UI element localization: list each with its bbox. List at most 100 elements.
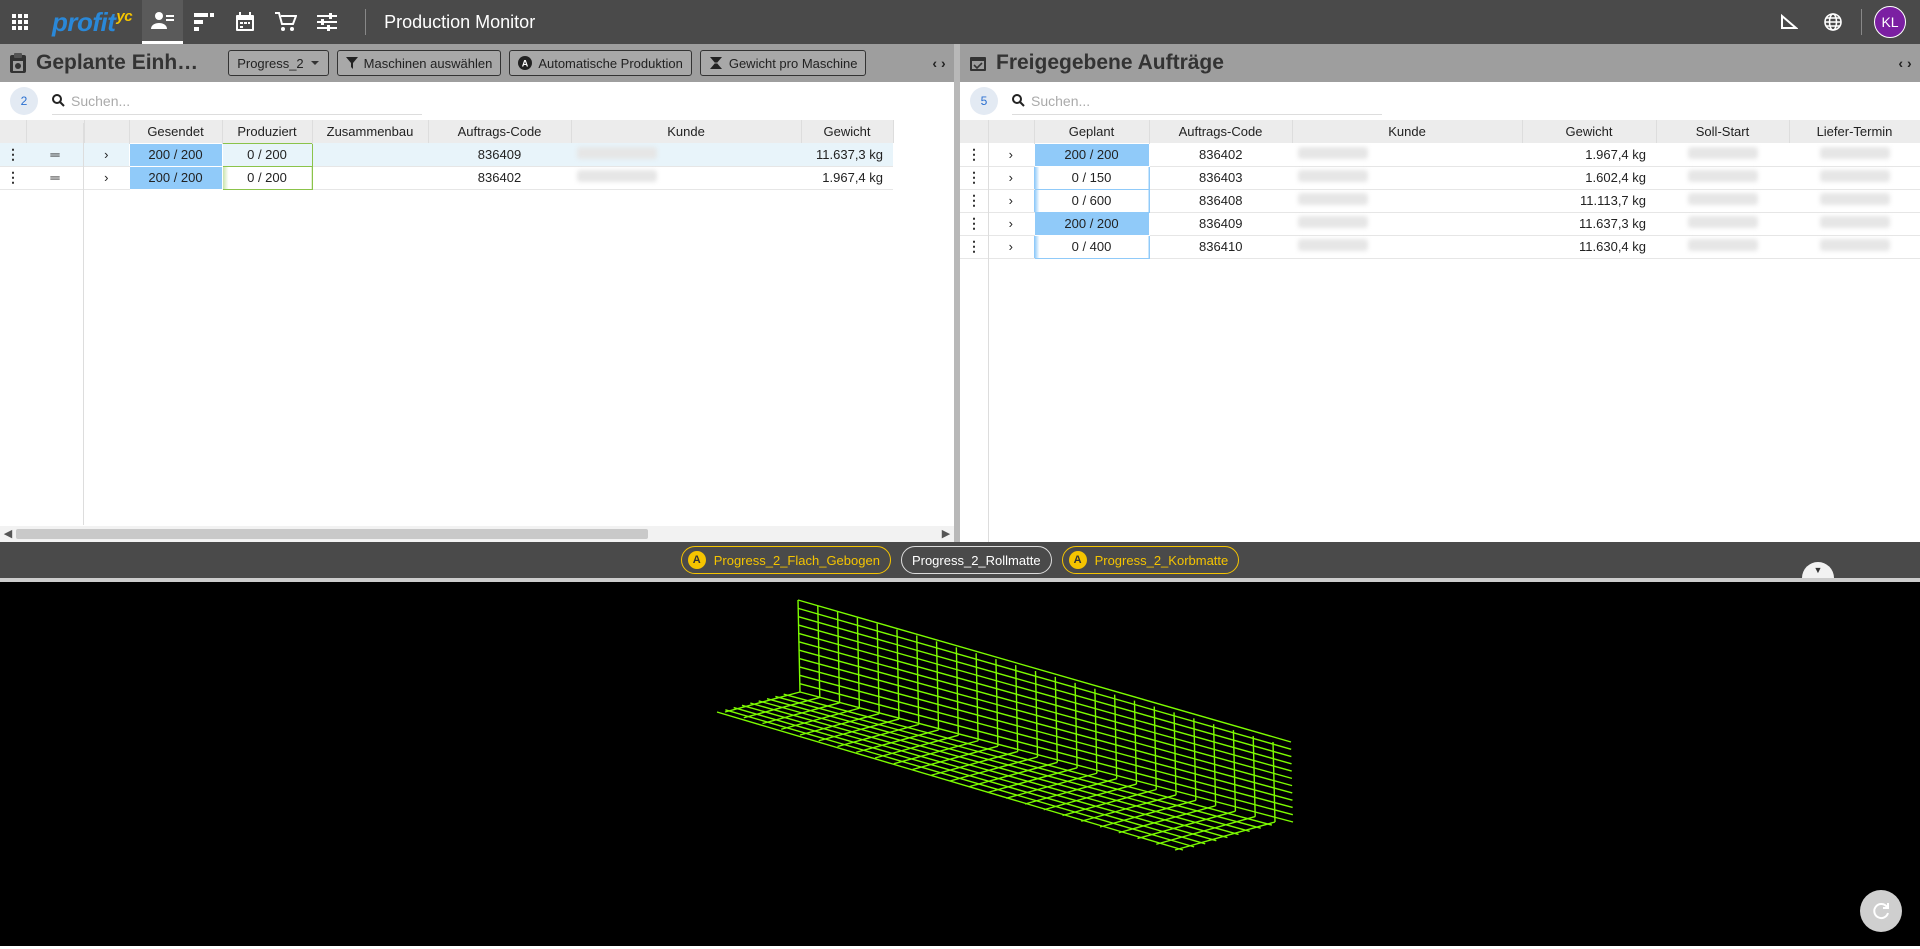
search-box [1012, 87, 1382, 115]
search-icon [1012, 94, 1025, 107]
table-row[interactable]: ⋮ › 200 / 200 836409 11.637,3 kg [960, 211, 1920, 236]
apps-grid-icon[interactable] [0, 0, 40, 44]
col-kunde[interactable]: Kunde [1292, 120, 1523, 143]
code-cell: 836409 [1149, 212, 1292, 236]
expand-row-icon[interactable]: › [988, 235, 1034, 259]
code-cell: 836403 [1149, 166, 1292, 190]
col-gewicht[interactable]: Gewicht [1522, 120, 1657, 143]
col-gewicht[interactable]: Gewicht [801, 120, 894, 143]
soll-start-cell [1656, 212, 1789, 236]
machine-tab-korbmatte[interactable]: A Progress_2_Korbmatte [1061, 546, 1240, 574]
row-menu-icon[interactable]: ⋮ [0, 143, 26, 167]
gewicht-cell: 1.602,4 kg [1522, 166, 1656, 190]
table-row[interactable]: ⋮ ═ › 200 / 200 0 / 200 836409 11.637,3 … [0, 142, 893, 167]
zusammenbau-cell [312, 143, 428, 167]
col-produziert[interactable]: Produziert [222, 120, 313, 143]
liefer-termin-cell [1789, 235, 1920, 259]
table-row[interactable]: ⋮ ═ › 200 / 200 0 / 200 836402 1.967,4 k… [0, 165, 893, 190]
expand-row-icon[interactable]: › [84, 143, 129, 167]
soll-start-cell [1656, 235, 1789, 259]
machine-select-dropdown[interactable]: Progress_2 [228, 50, 329, 76]
produziert-cell: 0 / 200 [221, 142, 313, 167]
expand-row-icon[interactable]: › [988, 212, 1034, 236]
expand-row-icon[interactable]: › [988, 143, 1034, 167]
expand-row-icon[interactable]: › [84, 166, 129, 190]
expand-row-icon[interactable]: › [988, 189, 1034, 213]
machine-tab-flach-gebogen[interactable]: A Progress_2_Flach_Gebogen [680, 546, 891, 574]
code-cell: 836409 [428, 143, 571, 167]
language-globe-icon[interactable] [1811, 0, 1855, 44]
reset-view-button[interactable] [1860, 890, 1902, 932]
gewicht-cell: 1.967,4 kg [801, 166, 893, 190]
row-menu-icon[interactable]: ⋮ [960, 235, 988, 259]
kunde-cell [1292, 166, 1522, 190]
kunde-cell [1292, 189, 1522, 213]
code-cell: 836408 [1149, 189, 1292, 213]
gesendet-cell: 200 / 200 [128, 142, 223, 167]
table-row[interactable]: ⋮ › 200 / 200 836402 1.967,4 kg [960, 142, 1920, 167]
gewicht-cell: 11.637,3 kg [1522, 212, 1656, 236]
col-soll-start[interactable]: Soll-Start [1656, 120, 1790, 143]
table-row[interactable]: ⋮ › 0 / 600 836408 11.113,7 kg [960, 188, 1920, 213]
nav-planning-icon[interactable] [183, 0, 224, 44]
col-gesendet[interactable]: Gesendet [129, 120, 223, 143]
col-zusammenbau[interactable]: Zusammenbau [312, 120, 429, 143]
row-menu-icon[interactable]: ⋮ [0, 166, 26, 190]
zusammenbau-cell [312, 166, 428, 190]
col-auftrags-code[interactable]: Auftrags-Code [1149, 120, 1293, 143]
kunde-cell [571, 143, 801, 167]
expand-row-icon[interactable]: › [988, 166, 1034, 190]
filter-icon [345, 57, 358, 69]
nav-calendar-icon[interactable] [224, 0, 265, 44]
col-kunde[interactable]: Kunde [571, 120, 802, 143]
kunde-cell [1292, 212, 1522, 236]
geplant-cell: 0 / 600 [1033, 188, 1150, 213]
weight-per-machine-button[interactable]: Gewicht pro Maschine [699, 50, 867, 76]
kunde-cell [1292, 143, 1522, 167]
auto-a-icon: A [518, 56, 533, 70]
refresh-icon [1873, 903, 1889, 920]
mesh-3d-viewer[interactable] [0, 578, 1920, 946]
nav-production-monitor-icon[interactable] [142, 0, 184, 44]
drag-handle-icon[interactable]: ═ [26, 143, 84, 167]
row-menu-icon[interactable]: ⋮ [960, 143, 988, 167]
col-liefer-termin[interactable]: Liefer-Termin [1789, 120, 1920, 143]
panel-title: Geplante Einh… [36, 51, 199, 74]
geplant-cell: 200 / 200 [1033, 142, 1150, 167]
table-row[interactable]: ⋮ › 0 / 150 836403 1.602,4 kg [960, 165, 1920, 190]
col-auftrags-code[interactable]: Auftrags-Code [428, 120, 572, 143]
search-input[interactable] [1031, 92, 1351, 109]
released-orders-panel: Freigegebene Aufträge ‹ › 5 Geplant Auft… [960, 44, 1920, 542]
liefer-termin-cell [1789, 166, 1920, 190]
kunde-cell [571, 166, 801, 190]
page-title: Production Monitor [384, 11, 536, 32]
measure-icon[interactable] [1767, 0, 1811, 44]
col-geplant[interactable]: Geplant [1034, 120, 1150, 143]
top-bar: profityc Production Monitor KL [0, 0, 1920, 44]
expand-collapse-icon[interactable]: ‹ › [924, 55, 954, 71]
expand-collapse-icon[interactable]: ‹ › [1890, 55, 1920, 71]
table-row[interactable]: ⋮ › 0 / 400 836410 11.630,4 kg [960, 234, 1920, 259]
row-menu-icon[interactable]: ⋮ [960, 189, 988, 213]
search-input[interactable] [71, 92, 391, 109]
nav-cart-icon[interactable] [265, 0, 306, 44]
clipboard-icon [0, 53, 36, 73]
gewicht-cell: 11.637,3 kg [801, 143, 893, 167]
row-count-badge: 2 [10, 87, 38, 115]
gewicht-cell: 1.967,4 kg [1522, 143, 1656, 167]
code-cell: 836402 [428, 166, 571, 190]
nav-settings-sliders-icon[interactable] [306, 0, 347, 44]
machine-tab-rollmatte[interactable]: Progress_2_Rollmatte [900, 546, 1052, 574]
drag-handle-icon[interactable]: ═ [26, 166, 84, 190]
avatar[interactable]: KL [1874, 6, 1906, 38]
logo: profityc [52, 6, 133, 37]
gesendet-cell: 200 / 200 [128, 165, 223, 190]
planned-units-table: Gesendet Produziert Zusammenbau Auftrags… [0, 120, 894, 190]
auto-production-button[interactable]: A Automatische Produktion [509, 50, 692, 76]
select-machines-button[interactable]: Maschinen auswählen [336, 50, 502, 76]
row-menu-icon[interactable]: ⋮ [960, 166, 988, 190]
horizontal-scrollbar[interactable]: ◀ ▶ [0, 526, 954, 542]
code-cell: 836410 [1149, 235, 1292, 259]
released-orders-table: Geplant Auftrags-Code Kunde Gewicht Soll… [960, 120, 1920, 259]
row-menu-icon[interactable]: ⋮ [960, 212, 988, 236]
